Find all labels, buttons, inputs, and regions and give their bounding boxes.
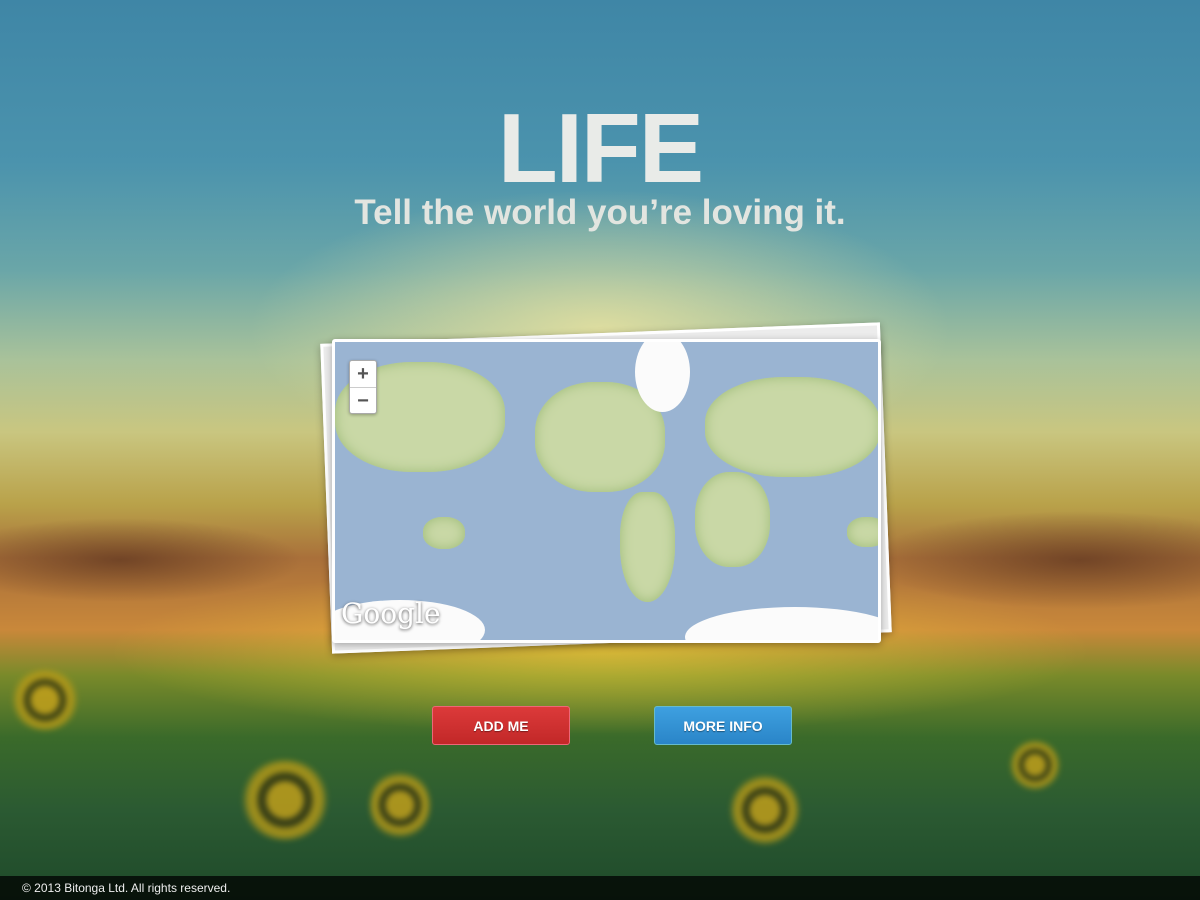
- zoom-control: + −: [349, 360, 377, 414]
- google-logo: Google: [341, 597, 441, 630]
- map-land-australia: [423, 517, 465, 549]
- map-land-eurasia: [705, 377, 878, 477]
- page-title: LIFE: [497, 93, 704, 203]
- add-me-button[interactable]: ADD ME: [432, 706, 570, 745]
- sunflower-blur: [1010, 740, 1060, 790]
- sunflower-blur: [10, 670, 80, 730]
- sunflower-blur: [370, 770, 430, 840]
- map-greenland: [635, 342, 690, 412]
- world-map[interactable]: + − Google: [332, 339, 881, 643]
- copyright-text: © 2013 Bitonga Ltd. All rights reserved.: [22, 881, 231, 895]
- zoom-in-button[interactable]: +: [350, 361, 376, 387]
- footer: © 2013 Bitonga Ltd. All rights reserved.: [0, 876, 1200, 900]
- map-land-australia-right: [847, 517, 878, 547]
- map-antarctica: [685, 607, 878, 640]
- map-land-africa: [695, 472, 770, 567]
- zoom-out-button[interactable]: −: [350, 387, 376, 413]
- map-land-south-america: [620, 492, 675, 602]
- page-subtitle: Tell the world you’re loving it.: [354, 193, 846, 232]
- sunflower-blur: [240, 760, 330, 840]
- sunflower-blur: [730, 775, 800, 845]
- more-info-button[interactable]: MORE INFO: [654, 706, 792, 745]
